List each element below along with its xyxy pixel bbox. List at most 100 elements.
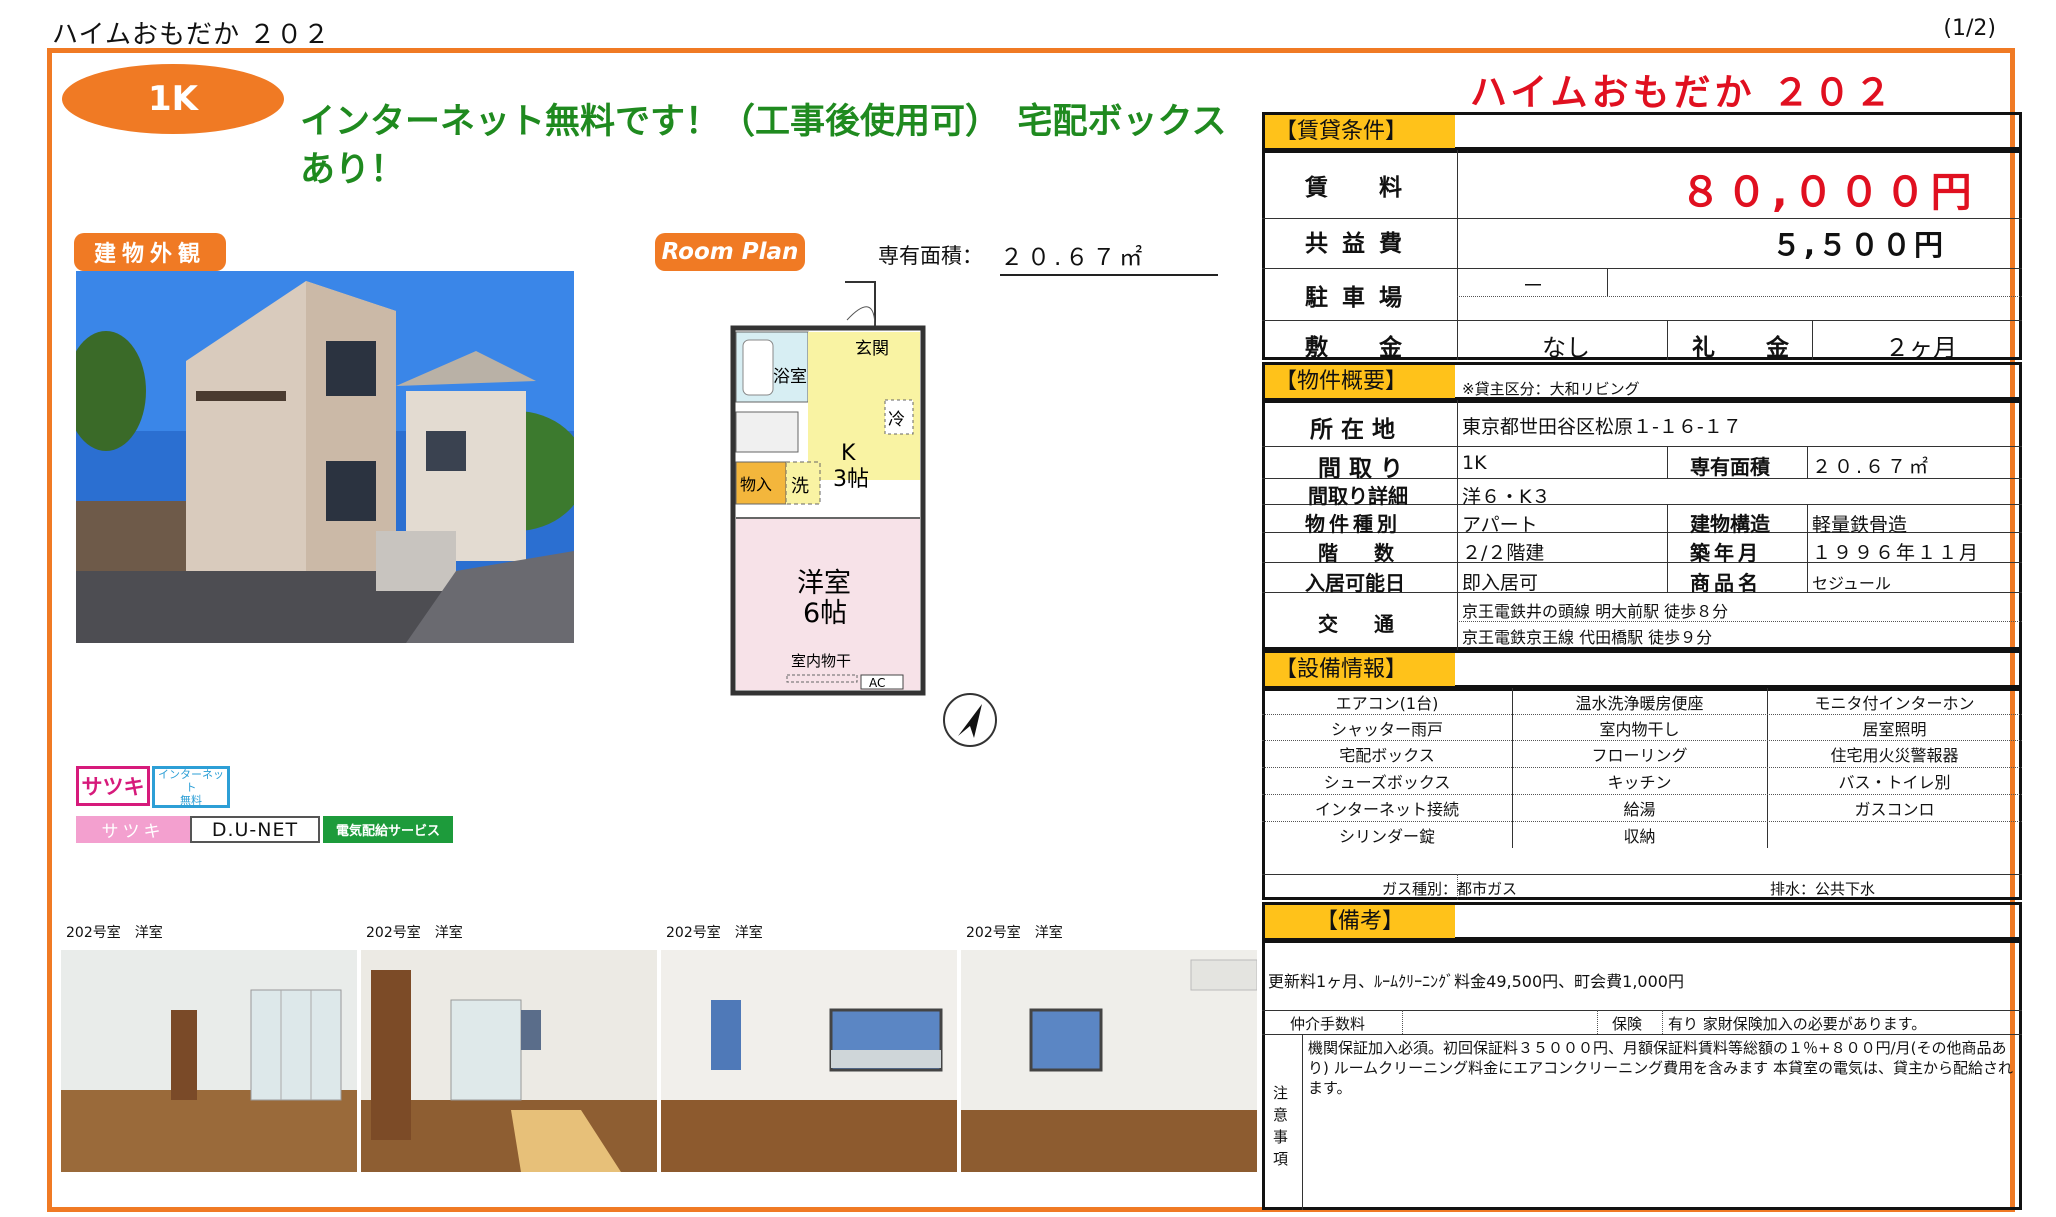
overview-section-heading: 【物件概要】 [1265, 365, 1455, 398]
product-label: 商品名 [1690, 571, 1762, 595]
satsuki-band-logo: サツキ [76, 816, 190, 843]
layout-badge: 1K [62, 64, 284, 134]
layout-label: 間取り [1318, 456, 1411, 482]
equipment-item: 収納 [1623, 827, 1656, 846]
exterior-tag: 建物外観 [74, 233, 226, 271]
transport-2: 京王電鉄京王線 代田橋駅 徒歩９分 [1462, 628, 1713, 647]
product-value: セジュール [1812, 574, 1891, 593]
equipment-item: エアコン(1台) [1335, 694, 1439, 713]
plan-dry-label: 室内物干 [791, 652, 851, 670]
layout-detail-label: 間取り詳細 [1308, 484, 1408, 508]
area-table-label: 専有面積 [1690, 455, 1770, 479]
structure-label: 建物構造 [1690, 512, 1770, 536]
key-money-value: ２ヶ月 [1885, 334, 1957, 362]
common-fee-value: ５,５００円 [1772, 228, 1947, 262]
dunet-logo: D.U-NET [190, 816, 320, 843]
plan-western-size: 6帖 [803, 598, 847, 629]
satsuki-logo: サツキ [76, 766, 150, 806]
address-label: 所在地 [1310, 417, 1403, 443]
built-value: １９９６年１１月 [1812, 542, 1981, 564]
broker-fee-label: 仲介手数料 [1290, 1015, 1366, 1033]
equipment-item: ガスコンロ [1854, 800, 1935, 819]
plan-storage-label: 物入 [740, 475, 772, 494]
exterior-photo [76, 271, 574, 643]
gas-type: ガス種別：都市ガス [1382, 880, 1518, 898]
equipment-item: シューズボックス [1323, 773, 1451, 792]
internet-free-line1: インターネット [158, 767, 224, 794]
built-label: 築年月 [1690, 541, 1762, 565]
parking-label: 駐車場 [1305, 285, 1416, 311]
plan-kitchen-k: K [841, 441, 856, 466]
plan-washer-label: 洗 [791, 476, 809, 497]
move-in-value: 即入居可 [1462, 572, 1539, 594]
insurance-label: 保険 [1612, 1015, 1643, 1033]
plan-fridge-label: 冷 [888, 410, 905, 430]
equipment-section-heading: 【設備情報】 [1265, 653, 1455, 686]
drainage: 排水：公共下水 [1770, 880, 1876, 898]
notes-label: 注意事項 [1273, 1084, 1289, 1168]
plan-bath-label: 浴室 [773, 367, 807, 387]
insurance-value: 有り 家財保険加入の必要があります。 [1668, 1015, 1927, 1033]
key-money-label: 礼 金 [1692, 335, 1803, 361]
equipment-item: インターネット接続 [1314, 800, 1459, 819]
floors-label: 階 数 [1318, 541, 1402, 565]
landlord-note: ※貸主区分：大和リビング [1462, 380, 1640, 398]
equipment-item: シリンダー錠 [1338, 827, 1435, 846]
equipment-item: 室内物干し [1599, 720, 1680, 739]
equipment-item: キッチン [1607, 773, 1672, 792]
internet-free-line2: 無料 [180, 793, 202, 807]
room-photo-3 [661, 950, 957, 1172]
remarks-section-heading: 【備考】 [1265, 905, 1455, 938]
plan-entrance-label: 玄関 [855, 339, 889, 359]
equipment-item: 温水洗浄暖房便座 [1575, 694, 1704, 713]
parking-value: － [1522, 274, 1545, 299]
area-label: 専有面積： [878, 244, 983, 268]
transport-1: 京王電鉄井の頭線 明大前駅 徒歩８分 [1462, 602, 1729, 621]
notes-text: 機関保証加入必須。初回保証料３５０００円、月額保証料賃料等総額の１％+８００円/… [1308, 1039, 2013, 1097]
remarks-text: 更新料1ヶ月、ﾙｰﾑｸﾘｰﾆﾝｸﾞ料金49,500円、町会費1,000円 [1268, 972, 1684, 991]
area-table-value: ２０.６７㎡ [1812, 456, 1932, 478]
equipment-item: 居室照明 [1862, 720, 1927, 739]
power-service-logo: 電気配給サービス [323, 816, 453, 843]
move-in-label: 入居可能日 [1305, 571, 1405, 595]
deposit-value: なし [1542, 334, 1590, 362]
internet-free-logo: インターネット 無料 [152, 766, 230, 808]
area-value: ２０.６７㎡ [1000, 238, 1218, 276]
layout-value: 1K [1462, 452, 1487, 474]
layout-detail-value: 洋６・K３ [1462, 486, 1551, 508]
common-fee-label: 共益費 [1305, 231, 1416, 257]
room-photo-2 [361, 950, 657, 1172]
room-photo-label-4: 202号室 洋室 [966, 925, 1063, 941]
room-plan-tag: Room Plan [655, 233, 805, 271]
property-title: ハイムおもだか ２０２ [1470, 71, 1896, 114]
plan-western-label: 洋室 [797, 568, 851, 599]
floors-value: ２/２階建 [1462, 542, 1545, 564]
transport-label: 交 通 [1318, 612, 1402, 636]
equipment-item: フローリング [1591, 746, 1688, 765]
room-photo-1 [61, 950, 357, 1172]
address-value: 東京都世田谷区松原１-１６-１７ [1462, 416, 1742, 438]
equipment-item: シャッター雨戸 [1330, 720, 1443, 739]
type-value: アパート [1462, 514, 1538, 536]
equipment-item: バス・トイレ別 [1838, 773, 1951, 792]
type-label: 物件種別 [1305, 512, 1401, 536]
equipment-item: 宅配ボックス [1339, 746, 1435, 765]
room-photo-4 [961, 950, 1257, 1172]
plan-kitchen-size: 3帖 [833, 467, 869, 492]
catchphrase: インターネット無料です！（工事後使用可） 宅配ボックスあり！ [300, 102, 1227, 190]
page-indicator: (1/2) [1943, 16, 1996, 41]
equipment-item: 給湯 [1623, 800, 1656, 819]
compass-icon [940, 690, 1000, 750]
rent-value: ８０,０００円 [1680, 168, 1977, 216]
room-photo-label-3: 202号室 洋室 [666, 925, 763, 941]
document-title: ハイムおもだか ２０２ [52, 20, 331, 50]
rent-label: 賃 料 [1305, 175, 1416, 201]
rent-section-heading: 【賃貸条件】 [1265, 115, 1455, 148]
room-photo-label-1: 202号室 洋室 [66, 925, 163, 941]
equipment-item: 住宅用火災警報器 [1830, 746, 1959, 765]
structure-value: 軽量鉄骨造 [1812, 514, 1908, 536]
floor-plan: 浴室 玄関 K 3帖 物入 洗 冷 洋室 6帖 室内物干 AC [725, 280, 945, 700]
plan-ac-label: AC [869, 676, 885, 690]
room-photo-label-2: 202号室 洋室 [366, 925, 463, 941]
deposit-label: 敷 金 [1305, 335, 1416, 361]
